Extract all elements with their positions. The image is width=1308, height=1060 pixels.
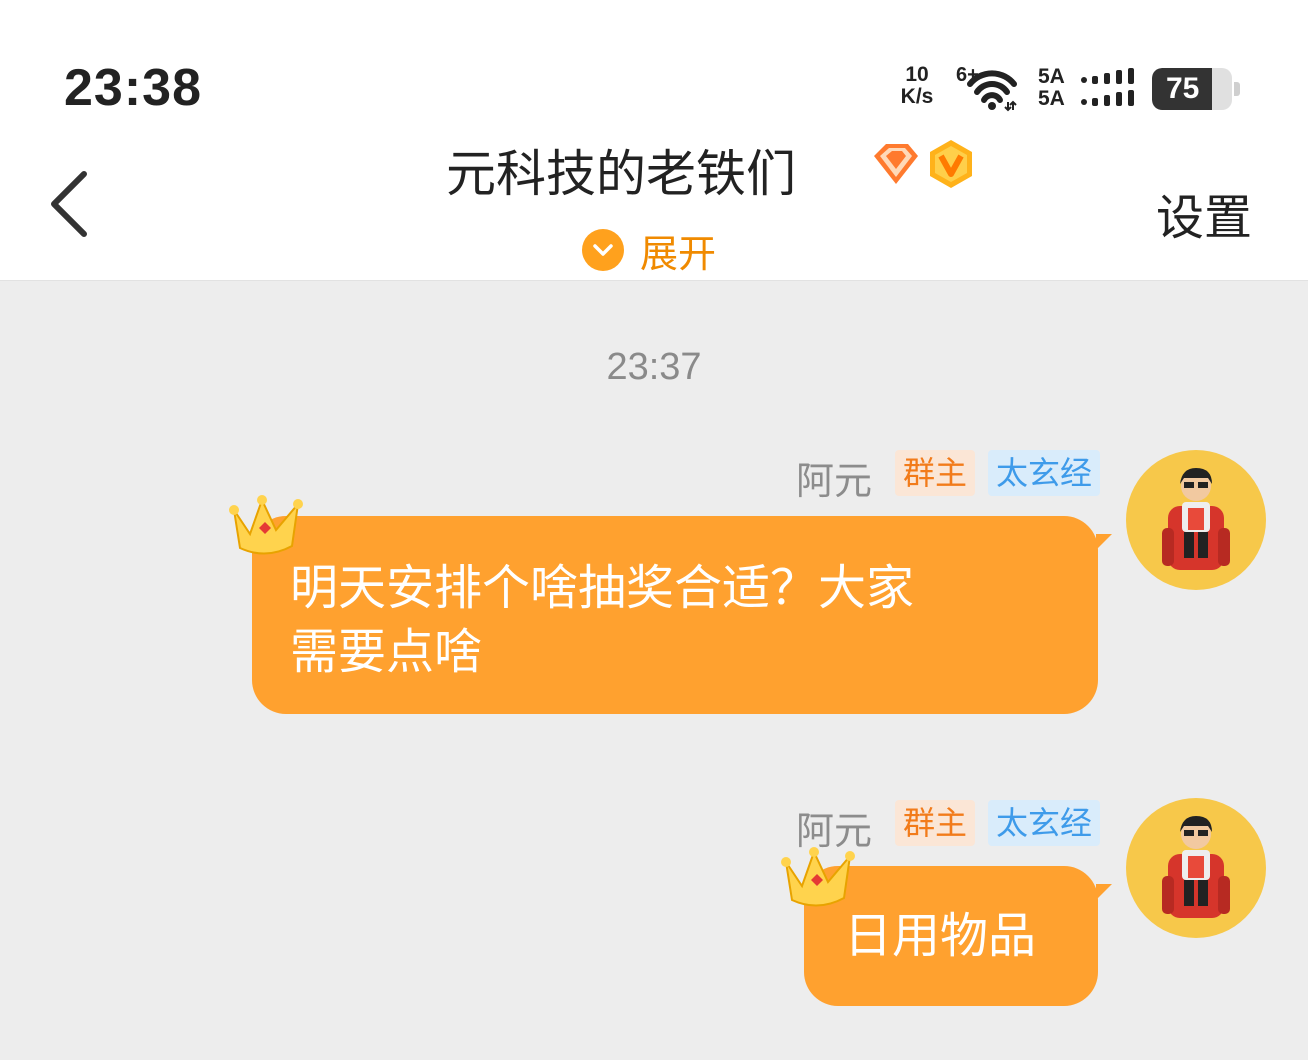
message-bubble[interactable]: 明天安排个啥抽奖合适？大家 需要点啥: [252, 516, 1098, 714]
network-speed: 10 K/s: [893, 64, 941, 108]
crown-icon: [781, 847, 855, 907]
crown-icon: [229, 495, 303, 555]
title-tag: 太玄经: [988, 800, 1101, 846]
sim-labels: 5A 5A: [1038, 66, 1065, 110]
network-speed-unit: K/s: [900, 85, 934, 108]
back-chevron-icon: [51, 171, 87, 237]
diamond-badge-icon: [874, 144, 918, 184]
message-text-line2: 需要点啥: [290, 624, 483, 680]
sim2-label: 5A: [1038, 87, 1065, 110]
battery-tip: [1234, 82, 1240, 96]
title-tag: 太玄经: [988, 450, 1101, 496]
avatar[interactable]: [1126, 798, 1266, 938]
battery-icon: 75: [1152, 68, 1232, 110]
chevron-down-icon: [582, 229, 624, 271]
vip-badge-icon: [930, 140, 972, 188]
wifi-icon: 6+: [956, 64, 1018, 112]
settings-button[interactable]: 设置: [1156, 178, 1252, 248]
top-bar: 23:38 10 K/s 6+ 5A 5A 75 元科技的老铁们 展开 设置: [0, 0, 1308, 281]
battery-percent: 75: [1166, 72, 1200, 105]
expand-label: 展开: [640, 231, 717, 276]
chat-timestamp: 23:37: [606, 346, 702, 388]
group-title: 元科技的老铁们: [446, 145, 796, 203]
sender-name: 阿元: [796, 459, 873, 503]
avatar[interactable]: [1126, 450, 1266, 590]
message-text-line1: 明天安排个啥抽奖合适？大家: [290, 560, 915, 616]
back-button[interactable]: [40, 168, 96, 240]
sim1-label: 5A: [1038, 65, 1065, 88]
network-speed-value: 10: [905, 63, 929, 86]
status-time: 23:38: [64, 59, 202, 117]
role-tag: 群主: [895, 800, 976, 846]
role-tag: 群主: [895, 450, 976, 496]
message-text: 日用物品: [844, 908, 1037, 964]
bubble-tail: [1096, 884, 1112, 900]
signal-icon: [1081, 68, 1134, 106]
bubble-tail: [1096, 534, 1112, 550]
expand-button[interactable]: 展开: [582, 224, 716, 276]
